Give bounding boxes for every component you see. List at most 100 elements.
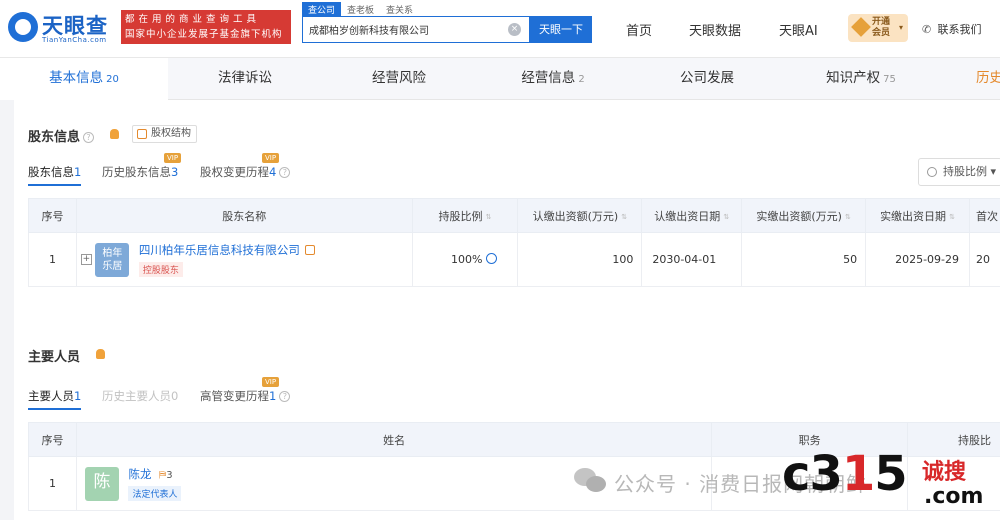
help-icon[interactable]: ? bbox=[279, 167, 291, 178]
tab-label: 公司发展 bbox=[680, 70, 734, 86]
company-avatar: 柏年 乐居 bbox=[95, 242, 130, 277]
c315-logo: c315 bbox=[782, 446, 908, 502]
tab-history[interactable]: 历史 bbox=[960, 58, 1000, 100]
ratio-cell: 100% bbox=[411, 232, 519, 287]
nav-home[interactable]: 首页 bbox=[626, 20, 652, 39]
logo-subtext: TianYanCha.com bbox=[42, 36, 107, 44]
search-type-tabs: 查公司 查老板 查关系 bbox=[302, 2, 419, 17]
phone-icon: ✆ bbox=[922, 23, 932, 36]
col-paid-amount[interactable]: 实缴出资额(万元) ⇅ bbox=[741, 198, 867, 233]
tab-risk[interactable]: 经营风险 bbox=[322, 58, 476, 100]
clock-icon bbox=[927, 167, 937, 177]
subscribed-date-cell: 2030-04-01 bbox=[641, 232, 743, 287]
subtab-main-personnel[interactable]: 主要人员1 bbox=[28, 388, 82, 410]
wechat-icon bbox=[574, 468, 606, 494]
vip-badge: VIP bbox=[164, 153, 182, 163]
row-index: 1 bbox=[28, 456, 77, 511]
subscribed-amount-cell: 100 bbox=[517, 232, 643, 287]
personnel-subtabs: 主要人员1 历史主要人员0 VIP 高管变更历程1? bbox=[28, 377, 328, 410]
table-row: 1 + 柏年 乐居 四川柏年乐居信息科技有限公司 控股股东 100% 100 20… bbox=[28, 232, 1000, 287]
c315-domain-text: .com bbox=[924, 484, 984, 509]
help-icon[interactable]: ? bbox=[279, 391, 291, 402]
tab-label: 法律诉讼 bbox=[218, 70, 272, 86]
row-index: 1 bbox=[28, 232, 77, 287]
tab-label: 经营信息 bbox=[521, 70, 576, 86]
shareholder-name-link[interactable]: 四川柏年乐居信息科技有限公司 bbox=[139, 243, 300, 257]
top-header: 天眼查 TianYanCha.com 都在用的商业查询工具 国家中小企业发展子基… bbox=[0, 0, 1000, 58]
search-input[interactable] bbox=[303, 17, 501, 41]
search-tab-company[interactable]: 查公司 bbox=[302, 2, 342, 17]
subtab-history-personnel[interactable]: 历史主要人员0 bbox=[102, 388, 178, 404]
bell-icon[interactable] bbox=[96, 349, 105, 359]
tab-basic-info[interactable]: 基本信息 20 bbox=[0, 58, 168, 100]
search-tab-relation[interactable]: 查关系 bbox=[380, 2, 419, 17]
ratio-chart-icon[interactable] bbox=[486, 253, 498, 264]
table-header-row: 序号 股东名称 持股比例 ⇅ 认缴出资额(万元) ⇅ 认缴出资日期 ⇅ 实缴出资额(万… bbox=[28, 198, 1000, 233]
search-box: × bbox=[302, 16, 530, 43]
tab-count: 20 bbox=[106, 74, 119, 85]
search-button[interactable]: 天眼一下 bbox=[530, 16, 592, 43]
shareholders-table: 序号 股东名称 持股比例 ⇅ 认缴出资额(万元) ⇅ 认缴出资日期 ⇅ 实缴出资额(万… bbox=[28, 198, 1000, 287]
page: 天眼查 TianYanCha.com 都在用的商业查询工具 国家中小企业发展子基… bbox=[0, 0, 1000, 520]
subtab-shareholders[interactable]: 股东信息1 bbox=[28, 164, 82, 186]
col-ratio[interactable]: 持股比例 ⇅ bbox=[411, 198, 519, 233]
contact-us-link[interactable]: ✆ 联系我们 bbox=[922, 21, 982, 37]
shareholder-cell: + 柏年 乐居 四川柏年乐居信息科技有限公司 控股股东 bbox=[75, 232, 413, 287]
subtab-history-shareholders[interactable]: VIP 历史股东信息3 bbox=[102, 153, 182, 180]
sort-icon: ⇅ bbox=[845, 212, 851, 221]
col-name: 姓名 bbox=[75, 422, 713, 457]
logo-eye-icon bbox=[8, 12, 38, 42]
col-subscribed-date[interactable]: 认缴出资日期 ⇅ bbox=[641, 198, 743, 233]
vip-label-line-1: 开通 bbox=[872, 17, 891, 27]
sort-icon: ⇅ bbox=[949, 212, 955, 221]
col-subscribed-amount[interactable]: 认缴出资额(万元) ⇅ bbox=[517, 198, 643, 233]
first-cell: 20 bbox=[969, 232, 1000, 287]
bell-icon[interactable] bbox=[110, 129, 119, 139]
personnel-title: 主要人员 bbox=[28, 350, 81, 365]
col-index: 序号 bbox=[28, 198, 77, 233]
subtab-executive-changes[interactable]: VIP 高管变更历程1? bbox=[200, 377, 291, 404]
vip-badge: VIP bbox=[262, 153, 280, 163]
legal-representative-tag: 法定代表人 bbox=[128, 486, 182, 501]
person-avatar: 陈 bbox=[84, 466, 119, 501]
tab-business-info[interactable]: 经营信息 2 bbox=[476, 58, 630, 100]
related-count: 3 bbox=[166, 470, 173, 481]
paid-amount-cell: 50 bbox=[741, 232, 867, 287]
c315-chinese-text: 诚搜 bbox=[922, 460, 967, 485]
col-first: 首次 bbox=[969, 198, 1000, 233]
subtab-equity-changes[interactable]: VIP 股权变更历程4? bbox=[200, 153, 291, 180]
diamond-icon bbox=[851, 17, 871, 37]
paid-date-cell: 2025-09-29 bbox=[865, 232, 971, 287]
tab-label: 知识产权 bbox=[826, 70, 881, 86]
tab-legal[interactable]: 法律诉讼 bbox=[168, 58, 322, 100]
shareholders-title: 股东信息? bbox=[28, 126, 95, 145]
slogan-banner: 都在用的商业查询工具 国家中小企业发展子基金旗下机构 bbox=[121, 10, 291, 44]
tab-count: 2 bbox=[578, 74, 585, 85]
tab-development[interactable]: 公司发展 bbox=[630, 58, 784, 100]
tab-label: 经营风险 bbox=[372, 70, 426, 86]
col-paid-date[interactable]: 实缴出资日期 ⇅ bbox=[865, 198, 971, 233]
col-shareholder-name: 股东名称 bbox=[75, 198, 413, 233]
tab-label: 基本信息 bbox=[49, 70, 104, 86]
tab-count: 75 bbox=[883, 74, 896, 85]
nav-data[interactable]: 天眼数据 bbox=[689, 20, 741, 39]
help-icon[interactable]: ? bbox=[83, 132, 95, 143]
search-tab-boss[interactable]: 查老板 bbox=[341, 2, 380, 17]
contact-us-label: 联系我们 bbox=[937, 23, 982, 36]
tab-label: 历史 bbox=[976, 70, 1000, 86]
clear-search-icon[interactable]: × bbox=[508, 23, 521, 36]
tab-ip[interactable]: 知识产权 75 bbox=[784, 58, 938, 100]
equity-structure-button[interactable]: 股权结构 bbox=[132, 125, 197, 143]
sort-icon: ⇅ bbox=[485, 212, 492, 221]
expand-icon[interactable]: + bbox=[80, 254, 92, 265]
equity-structure-icon bbox=[137, 129, 147, 139]
equity-structure-icon[interactable] bbox=[304, 245, 315, 255]
vip-membership-button[interactable]: 开通 会员 ▾ bbox=[848, 14, 908, 42]
company-tab-bar: 基本信息 20 法律诉讼 经营风险 经营信息 2 公司发展 知识产权 75 历史 bbox=[0, 58, 1000, 100]
ratio-sort-select[interactable]: 持股比例 ▾ bbox=[918, 158, 1000, 186]
chevron-down-icon: ▾ bbox=[898, 23, 903, 32]
person-name-link[interactable]: 陈龙 bbox=[128, 467, 151, 481]
col-index: 序号 bbox=[28, 422, 77, 457]
nav-ai[interactable]: 天眼AI bbox=[779, 20, 818, 39]
site-logo[interactable]: 天眼查 TianYanCha.com bbox=[8, 10, 118, 46]
